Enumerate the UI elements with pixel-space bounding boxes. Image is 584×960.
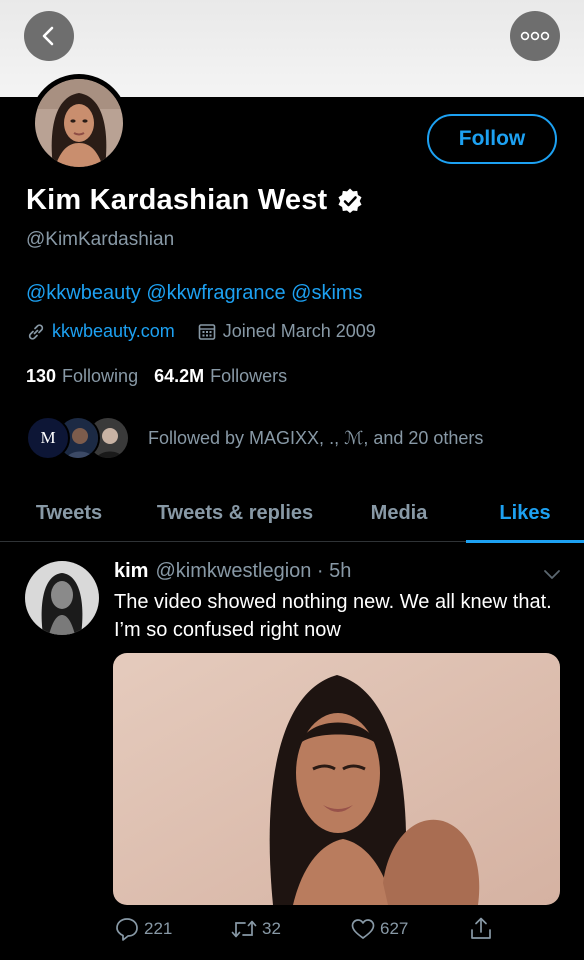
profile-avatar[interactable] bbox=[30, 74, 128, 172]
followers-count: 64.2M bbox=[154, 366, 205, 386]
followed-by-text: Followed by MAGIXX, ., ℳ, and 20 others bbox=[148, 427, 484, 448]
display-name: Kim Kardashian West bbox=[26, 184, 328, 216]
website-link[interactable]: kkwbeauty.com bbox=[52, 321, 175, 342]
retweet-icon bbox=[231, 920, 257, 938]
followers-link[interactable]: 64.2M Followers bbox=[154, 366, 303, 387]
tab-tweets[interactable]: Tweets bbox=[0, 484, 138, 542]
avatar bbox=[35, 79, 123, 167]
tweet-author-avatar[interactable] bbox=[25, 561, 99, 635]
tweet-media-image[interactable] bbox=[113, 653, 560, 905]
share-button[interactable] bbox=[468, 916, 494, 942]
more-options-button[interactable] bbox=[510, 11, 560, 61]
profile-handle: @KimKardashian bbox=[26, 229, 175, 250]
profile-name-row: Kim Kardashian West bbox=[26, 184, 363, 217]
profile-meta-row: kkwbeauty.com Joined March 2009 bbox=[26, 321, 376, 342]
chevron-down-icon bbox=[544, 570, 560, 579]
like-count: 627 bbox=[380, 919, 409, 938]
follow-button[interactable]: Follow bbox=[427, 114, 557, 164]
retweet-button[interactable]: 32 bbox=[230, 917, 350, 941]
followers-label: Followers bbox=[210, 366, 288, 386]
tab-media[interactable]: Media bbox=[332, 484, 466, 542]
follower-avatar: M bbox=[26, 416, 70, 460]
verified-badge-icon bbox=[338, 187, 362, 213]
tweet-text: The video showed nothing new. We all kne… bbox=[114, 591, 552, 641]
reply-count: 221 bbox=[144, 919, 173, 938]
joined-date: Joined March 2009 bbox=[222, 321, 376, 341]
calendar-icon bbox=[198, 323, 216, 340]
profile-tabs: Tweets Tweets & replies Media Likes bbox=[0, 484, 584, 543]
tab-tweets-replies[interactable]: Tweets & replies bbox=[138, 484, 332, 542]
tweet-author-handle-time: @kimkwestlegion · 5h bbox=[155, 560, 352, 582]
more-options-icon bbox=[520, 31, 550, 41]
link-icon bbox=[28, 323, 44, 340]
tweet-author-name[interactable]: kim bbox=[114, 560, 148, 583]
like-icon bbox=[351, 919, 375, 939]
back-arrow-icon bbox=[42, 26, 54, 46]
following-label: Following bbox=[62, 366, 139, 386]
tweet-header: kim @kimkwestlegion · 5h bbox=[114, 560, 351, 583]
reply-button[interactable]: 221 bbox=[114, 916, 230, 942]
like-button[interactable]: 627 bbox=[350, 917, 468, 941]
tab-likes[interactable]: Likes bbox=[466, 484, 584, 543]
follow-stats: 130 Following 64.2M Followers bbox=[26, 366, 303, 387]
share-icon bbox=[471, 917, 491, 939]
back-button[interactable] bbox=[24, 11, 74, 61]
following-count: 130 bbox=[26, 366, 57, 386]
follower-avatar-letter: M bbox=[40, 428, 56, 447]
tweet-menu-button[interactable] bbox=[542, 567, 562, 586]
tweet-actions: 221 32 627 bbox=[114, 916, 494, 942]
following-link[interactable]: 130 Following bbox=[26, 366, 154, 387]
bio-mentions[interactable]: @kkwbeauty @kkwfragrance @skims bbox=[26, 282, 363, 305]
reply-icon bbox=[116, 918, 138, 941]
tweet-card[interactable]: kim @kimkwestlegion · 5h The video showe… bbox=[0, 543, 584, 960]
followed-by-row[interactable]: M Followed by MAGIXX, ., ℳ, and 20 other… bbox=[26, 414, 483, 462]
follower-avatars: M bbox=[26, 414, 134, 462]
retweet-count: 32 bbox=[262, 919, 281, 938]
